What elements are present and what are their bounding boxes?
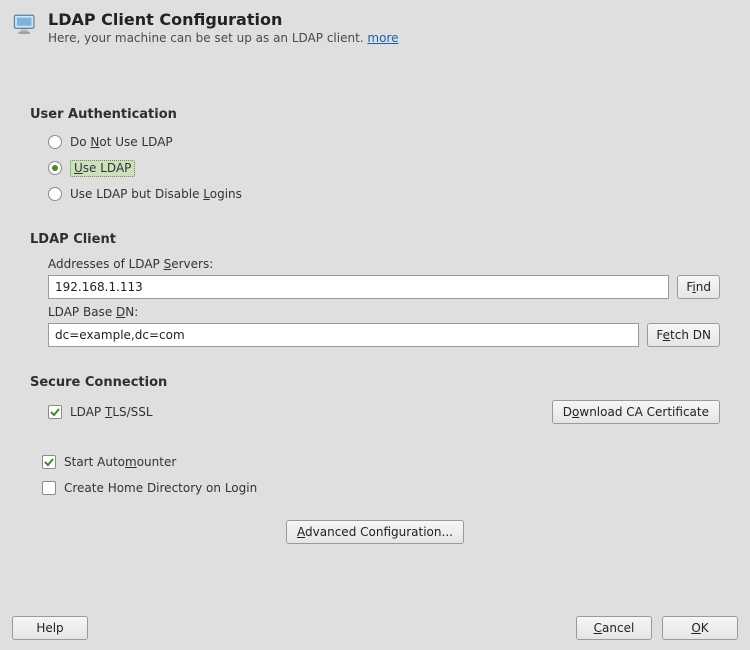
create-home-dir-checkbox-row[interactable]: Create Home Directory on Login [42,478,720,498]
ok-button[interactable]: OK [662,616,738,640]
ldap-base-dn-field: LDAP Base DN: Fetch DN [48,305,720,347]
create-home-dir-label: Create Home Directory on Login [64,481,257,495]
radio-use-ldap-disable-logins[interactable]: Use LDAP but Disable Logins [48,184,720,204]
radio-use-ldap[interactable]: Use LDAP [48,158,720,178]
ldap-base-dn-input[interactable] [48,323,639,347]
footer: Help Cancel OK [12,608,738,640]
radio-do-not-use-ldap[interactable]: Do Not Use LDAP [48,132,720,152]
download-ca-cert-button[interactable]: Download CA Certificate [552,400,720,424]
ldap-servers-field: Addresses of LDAP Servers: Find [48,257,720,299]
find-button[interactable]: Find [677,275,720,299]
radio-icon [48,187,62,201]
tls-ssl-label: LDAP TLS/SSL [70,405,153,419]
page-title: LDAP Client Configuration [48,10,399,29]
radio-label: Use LDAP but Disable Logins [70,187,242,201]
extra-options: Start Automounter Create Home Directory … [42,452,720,498]
page-subtitle: Here, your machine can be set up as an L… [48,31,399,45]
section-secure-connection: Secure Connection [30,375,720,390]
header: LDAP Client Configuration Here, your mac… [12,10,738,45]
radio-label: Do Not Use LDAP [70,135,173,149]
help-button[interactable]: Help [12,616,88,640]
cancel-button[interactable]: Cancel [576,616,652,640]
radio-icon [48,161,62,175]
checkbox-icon [42,455,56,469]
radio-label: Use LDAP [70,160,135,177]
tls-ssl-checkbox-row[interactable]: LDAP TLS/SSL [48,405,153,419]
ldap-base-dn-label: LDAP Base DN: [48,305,720,319]
ldap-config-window: LDAP Client Configuration Here, your mac… [0,0,750,650]
radio-icon [48,135,62,149]
checkbox-icon [48,405,62,419]
ldap-servers-label: Addresses of LDAP Servers: [48,257,720,271]
start-automounter-checkbox-row[interactable]: Start Automounter [42,452,720,472]
ldap-servers-input[interactable] [48,275,669,299]
more-link[interactable]: more [367,31,398,45]
monitor-icon [12,12,38,38]
header-text: LDAP Client Configuration Here, your mac… [48,10,399,45]
start-automounter-label: Start Automounter [64,455,176,469]
fetch-dn-button[interactable]: Fetch DN [647,323,720,347]
checkbox-icon [42,481,56,495]
section-user-auth: User Authentication [30,107,720,122]
advanced-config-button[interactable]: Advanced Configuration... [286,520,464,544]
content-area: User Authentication Do Not Use LDAP Use … [12,63,738,608]
section-ldap-client: LDAP Client [30,232,720,247]
